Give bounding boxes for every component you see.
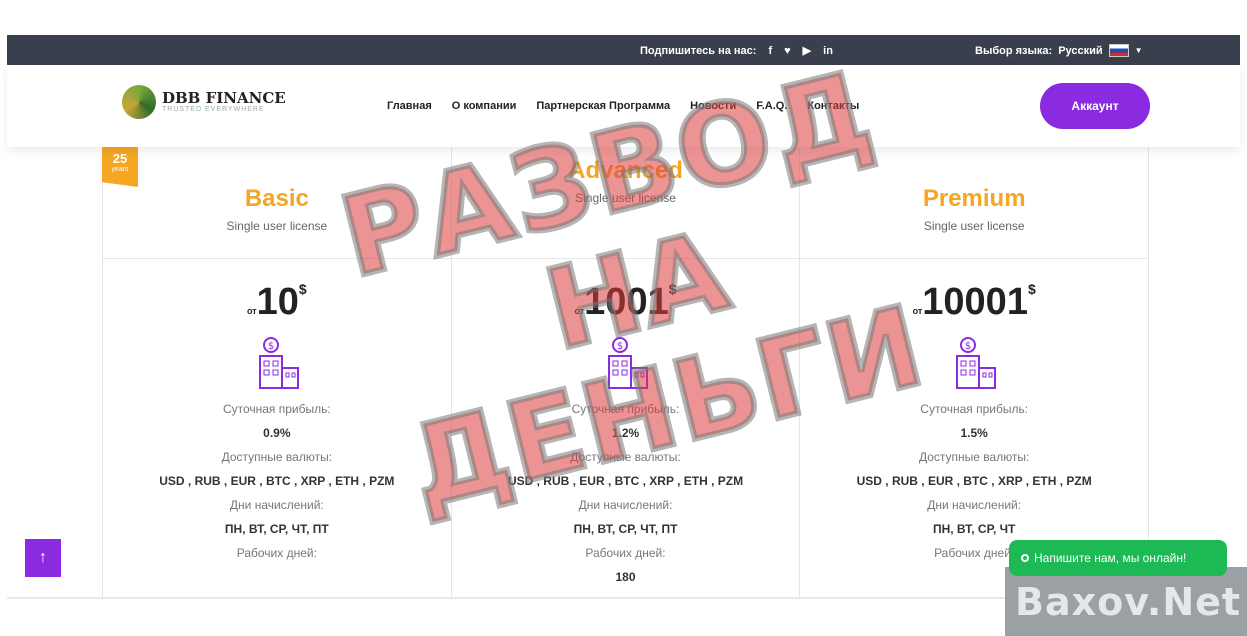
nav-partner[interactable]: Партнерская Программа xyxy=(536,100,670,112)
logo[interactable]: DBB FINANCE TRUSTED EVERYWHERE xyxy=(122,85,286,119)
profit-value: 1.5% xyxy=(960,426,988,440)
price-prefix: от xyxy=(912,306,923,316)
svg-text:$: $ xyxy=(616,341,622,352)
profit-value: 0.9% xyxy=(263,426,291,440)
days-label: Дни начислений: xyxy=(578,498,673,512)
currencies-label: Доступные валюты: xyxy=(918,450,1030,464)
currencies-label: Доступные валюты: xyxy=(221,450,333,464)
days-value: ПН, ВТ, СР, ЧТ, ПТ xyxy=(573,522,678,536)
plan-header: Premium Single user license xyxy=(800,147,1149,259)
price-value: 1001 xyxy=(584,281,669,323)
live-chat-button[interactable]: Напишите нам, мы онлайн! xyxy=(1009,540,1227,576)
subscribe-label: Подпишитесь на нас: xyxy=(640,44,757,57)
scroll-top-button[interactable]: ↑ xyxy=(25,539,61,577)
facebook-icon[interactable]: f xyxy=(768,45,772,57)
price-currency: $ xyxy=(1027,281,1036,297)
watermark-text: Baxov.Net xyxy=(1015,580,1242,624)
plan-subtitle: Single user license xyxy=(923,219,1025,233)
price-currency: $ xyxy=(668,281,677,297)
russia-flag-icon xyxy=(1108,44,1129,57)
nav-home[interactable]: Главная xyxy=(387,100,432,112)
price-currency: $ xyxy=(298,281,307,297)
profit-label: Суточная прибыль: xyxy=(571,402,680,416)
work-days-label: Рабочих дней: xyxy=(585,546,666,560)
currencies-value: USD , RUB , EUR , BTC , XRP , ETH , PZM xyxy=(159,474,395,488)
currencies-value: USD , RUB , EUR , BTC , XRP , ETH , PZM xyxy=(507,474,744,488)
plan-title: Basic xyxy=(244,185,309,212)
building-dollar-icon: $ xyxy=(601,336,651,392)
profit-label: Суточная прибыль: xyxy=(222,402,331,416)
twitter-icon[interactable]: ♥ xyxy=(784,45,791,57)
plan-title: Premium xyxy=(922,185,1026,212)
pricing-cards: Basic Single user license от10$ $ Суточн… xyxy=(102,147,1150,597)
svg-text:$: $ xyxy=(965,341,971,352)
price-prefix: от xyxy=(246,306,257,316)
online-status-icon xyxy=(1021,554,1029,562)
linkedin-icon[interactable]: in xyxy=(823,45,833,57)
plan-subtitle: Single user license xyxy=(575,191,676,205)
building-dollar-icon: $ xyxy=(949,336,999,392)
profit-value: 1.2% xyxy=(611,426,640,440)
language-value[interactable]: Русский xyxy=(1058,45,1102,57)
work-days-value: 180 xyxy=(615,570,636,584)
plan-price: от10$ xyxy=(103,281,451,324)
price-prefix: от xyxy=(574,306,585,316)
days-label: Дни начислений: xyxy=(229,498,324,512)
price-value: 10001 xyxy=(922,281,1028,323)
building-dollar-icon: $ xyxy=(252,336,302,392)
plan-header: Basic Single user license xyxy=(103,147,451,259)
days-value: ПН, ВТ, СР, ЧТ xyxy=(932,522,1016,536)
plan-title: Advanced xyxy=(568,157,683,184)
currencies-value: USD , RUB , EUR , BTC , XRP , ETH , PZM xyxy=(856,474,1092,488)
nav-contacts[interactable]: Контакты xyxy=(807,100,859,112)
globe-logo-icon xyxy=(122,85,156,119)
subscribe-block: Подпишитесь на нас: f ♥ ▶ in xyxy=(640,44,833,58)
days-label: Дни начислений: xyxy=(927,498,1022,512)
ribbon-number: 25 xyxy=(112,151,128,166)
nav-news[interactable]: Новости xyxy=(690,100,736,112)
nav-menu: Главная О компании Партнерская Программа… xyxy=(387,100,859,112)
profit-label: Суточная прибыль: xyxy=(920,402,1029,416)
language-selector[interactable]: Выбор языка: Русский ▼ xyxy=(975,44,1143,57)
logo-tagline: TRUSTED EVERYWHERE xyxy=(162,106,265,113)
work-days-label: Рабочих дней: xyxy=(236,546,317,560)
ribbon-unit: years xyxy=(111,166,129,173)
years-ribbon: 25 years xyxy=(102,147,138,187)
plan-price: от10001$ xyxy=(800,281,1148,324)
chat-label: Напишите нам, мы онлайн! xyxy=(1034,551,1187,565)
plan-subtitle: Single user license xyxy=(226,219,328,233)
nav-about[interactable]: О компании xyxy=(452,100,517,112)
logo-name: DBB FINANCE xyxy=(162,89,286,107)
account-button[interactable]: Аккаунт xyxy=(1040,83,1150,129)
plan-price: от1001$ xyxy=(452,281,800,324)
plan-header: Advanced Single user license xyxy=(451,147,800,259)
plan-card-advanced: Advanced Single user license от1001$ $ С… xyxy=(451,147,801,597)
price-value: 10 xyxy=(256,281,299,323)
top-bar: Подпишитесь на нас: f ♥ ▶ in Выбор языка… xyxy=(7,35,1240,65)
youtube-icon[interactable]: ▶ xyxy=(803,44,811,57)
main-navbar: DBB FINANCE TRUSTED EVERYWHERE Главная О… xyxy=(7,65,1240,147)
svg-text:$: $ xyxy=(268,341,274,352)
currencies-label: Доступные валюты: xyxy=(570,450,681,464)
nav-faq[interactable]: F.A.Q. xyxy=(756,100,787,112)
plan-card-premium: Premium Single user license от10001$ $ С… xyxy=(800,147,1150,597)
plan-card-basic: Basic Single user license от10$ $ Суточн… xyxy=(103,147,452,597)
days-value: ПН, ВТ, СР, ЧТ, ПТ xyxy=(224,522,329,536)
language-label: Выбор языка: xyxy=(975,44,1053,57)
chevron-down-icon[interactable]: ▼ xyxy=(1135,46,1143,55)
